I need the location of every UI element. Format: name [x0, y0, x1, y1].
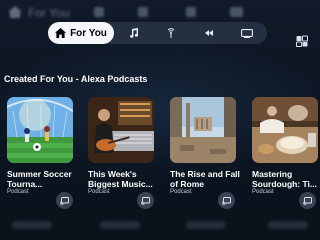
cast-icon	[222, 196, 231, 205]
podcast-artwork-sourdough	[252, 97, 318, 163]
tab-bar: For You	[48, 22, 267, 44]
skip-icon	[205, 30, 213, 36]
tab-music[interactable]	[122, 22, 144, 44]
cast-icon	[60, 196, 69, 205]
ghost-row-item	[186, 221, 226, 229]
podcast-card-music[interactable]: This Week's Biggest Music... Podcast	[88, 97, 154, 195]
podcast-type: Podcast	[170, 189, 192, 195]
podcast-title: Mastering Sourdough: Ti...	[252, 169, 317, 189]
ghost-tab-label: For You	[28, 6, 70, 20]
tab-for-you[interactable]: For You	[48, 22, 114, 44]
podcast-type: Podcast	[7, 189, 29, 195]
section-title: Created For You - Alexa Podcasts	[4, 74, 148, 84]
cast-button[interactable]	[299, 192, 316, 209]
podcast-card-soccer[interactable]: Summer Soccer Tourna... Podcast	[7, 97, 73, 195]
podcast-type: Podcast	[252, 189, 274, 195]
ghost-radio-icon	[138, 7, 148, 17]
cast-button[interactable]	[56, 192, 73, 209]
podcast-title: Summer Soccer Tourna...	[7, 169, 72, 189]
music-icon	[129, 28, 138, 38]
ghost-skip-icon	[186, 7, 196, 17]
radio-icon	[167, 28, 175, 38]
home-icon	[55, 28, 67, 38]
podcast-card-rome[interactable]: The Rise and Fall of Rome Podcast	[170, 97, 240, 195]
ghost-tv-icon	[230, 7, 243, 17]
ghost-row-item	[268, 221, 308, 229]
podcast-artwork-music	[88, 97, 154, 163]
podcast-title: The Rise and Fall of Rome	[170, 169, 240, 189]
cast-button[interactable]	[137, 192, 154, 209]
podcast-artwork-rome	[170, 97, 236, 163]
tab-tv[interactable]	[236, 22, 258, 44]
ghost-row-item	[100, 221, 140, 229]
tab-radio[interactable]	[160, 22, 182, 44]
settings-icon[interactable]	[296, 35, 308, 47]
podcast-card-sourdough[interactable]: Mastering Sourdough: Ti... Podcast	[252, 97, 318, 195]
cast-icon	[141, 196, 150, 205]
podcast-title: This Week's Biggest Music...	[88, 169, 153, 189]
tab-for-you-label: For You	[70, 27, 107, 39]
ghost-header: For You	[0, 0, 320, 24]
ghost-home-icon	[8, 6, 22, 18]
cast-icon	[303, 196, 312, 205]
ghost-music-icon	[94, 7, 104, 17]
tab-skip[interactable]	[198, 22, 220, 44]
ghost-row-item	[12, 221, 52, 229]
podcast-type: Podcast	[88, 189, 110, 195]
cast-button[interactable]	[218, 192, 235, 209]
tv-icon	[241, 28, 253, 38]
podcast-artwork-soccer	[7, 97, 73, 163]
